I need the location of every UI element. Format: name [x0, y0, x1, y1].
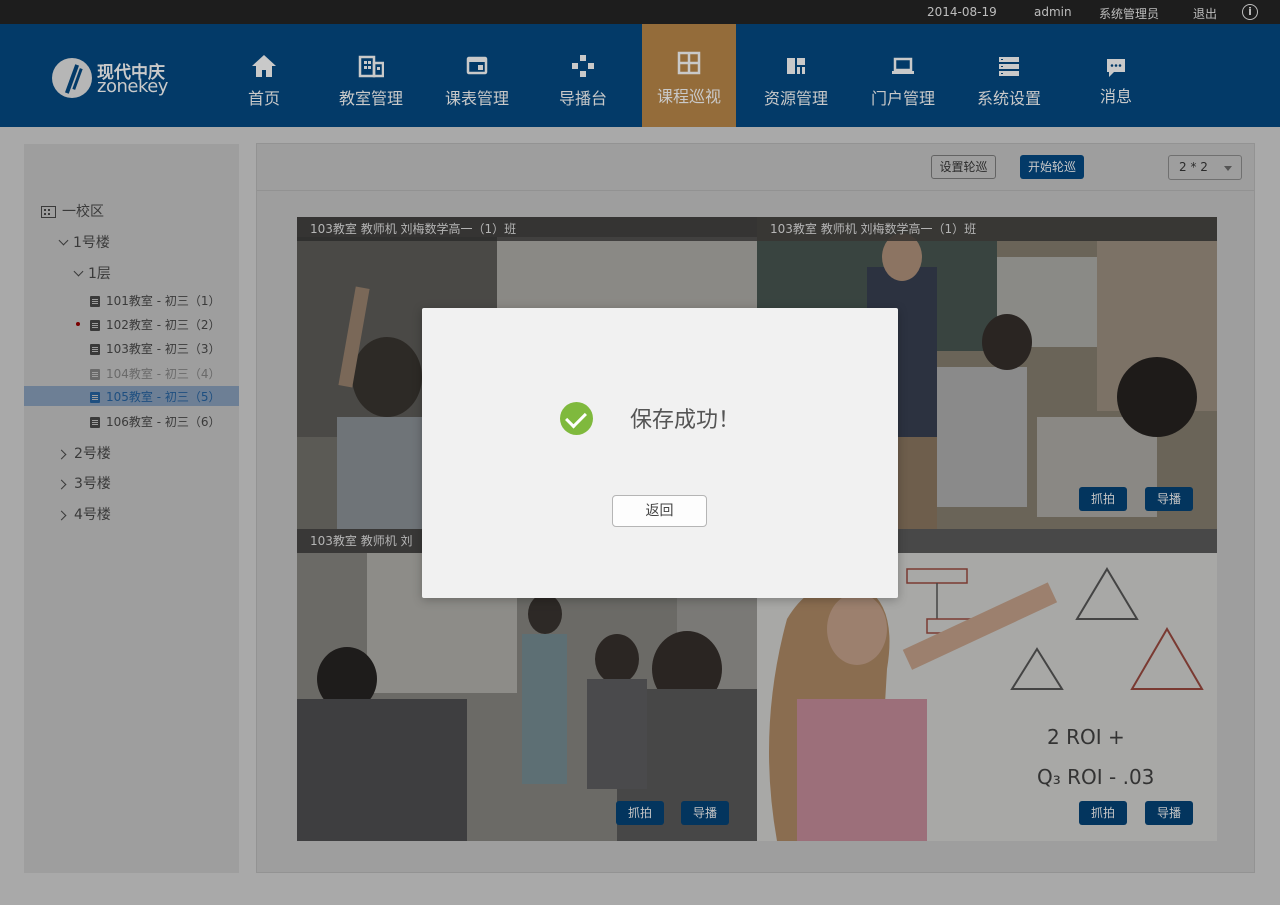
main-navigation: 现代中庆 zonekey 首页 教室管理 课表管理 导播台 课程巡视 资源管理 … [0, 24, 1280, 127]
alert-dot-icon [76, 322, 80, 326]
document-icon [90, 369, 100, 380]
nav-item-messages[interactable]: 消息 [1074, 24, 1158, 127]
gamepad-icon [572, 55, 594, 77]
chevron-right-icon[interactable] [56, 510, 67, 520]
building-icon [41, 206, 56, 218]
capture-button[interactable]: 抓拍 [616, 801, 664, 825]
tree-label-room: 105教室 - 初三（5） [106, 390, 221, 404]
direct-button[interactable]: 导播 [1145, 801, 1193, 825]
tree-node-floor-1[interactable]: 1层 [73, 263, 111, 283]
nav-label-classroom: 教室管理 [338, 89, 403, 108]
nav-item-patrol[interactable]: 课程巡视 [642, 24, 736, 127]
chevron-right-icon[interactable] [56, 449, 67, 459]
document-icon [90, 417, 100, 428]
capture-button[interactable]: 抓拍 [1079, 487, 1127, 511]
classroom-tree-sidebar: 一校区 1号楼 1层 101教室 - 初三（1） 102教室 - 初三（2） 1… [24, 144, 239, 873]
date-text: 2014-08-19 [927, 5, 997, 19]
document-icon [90, 392, 100, 403]
start-patrol-button[interactable]: 开始轮巡 [1020, 155, 1084, 179]
nav-item-portal[interactable]: 门户管理 [855, 24, 951, 127]
nav-label-portal: 门户管理 [870, 89, 935, 108]
nav-label-schedule: 课表管理 [444, 89, 509, 108]
save-success-dialog: 保存成功！ 返回 [422, 308, 898, 598]
document-icon [90, 296, 100, 307]
tree-item-room-103[interactable]: 103教室 - 初三（3） [90, 340, 221, 357]
tree-item-room-106[interactable]: 106教室 - 初三（6） [90, 413, 221, 430]
layout-select[interactable]: 2 * 2 [1168, 155, 1242, 180]
document-icon [90, 344, 100, 355]
tree-label-room: 101教室 - 初三（1） [106, 294, 221, 308]
tree-item-room-102[interactable]: 102教室 - 初三（2） [90, 316, 221, 333]
nav-label-director: 导播台 [558, 89, 607, 108]
chevron-down-icon [1224, 166, 1232, 171]
direct-button[interactable]: 导播 [681, 801, 729, 825]
chevron-right-icon[interactable] [56, 479, 67, 489]
username[interactable]: admin [1034, 5, 1072, 19]
nav-item-resources[interactable]: 资源管理 [748, 24, 844, 127]
nav-item-home[interactable]: 首页 [222, 24, 306, 127]
tree-node-building-2[interactable]: 2号楼 [56, 443, 111, 463]
role-text: 系统管理员 [1099, 7, 1160, 21]
zonekey-logo[interactable]: 现代中庆 zonekey [52, 56, 182, 100]
laptop-icon [892, 57, 914, 74]
tree-item-room-105[interactable]: 105教室 - 初三（5） [90, 388, 221, 405]
grid-icon [677, 51, 701, 75]
capture-button[interactable]: 抓拍 [1079, 801, 1127, 825]
back-button[interactable]: 返回 [612, 495, 707, 527]
logo-mark-icon [52, 58, 92, 98]
tree-label-room: 104教室 - 初三（4） [106, 367, 221, 381]
svg-text:2 ROI +: 2 ROI + [1047, 725, 1125, 749]
nav-item-classroom[interactable]: 教室管理 [323, 24, 419, 127]
tree-node-building-4[interactable]: 4号楼 [56, 504, 111, 524]
chevron-down-icon[interactable] [73, 266, 84, 277]
tree-label-building: 3号楼 [74, 476, 111, 492]
nav-label-home: 首页 [247, 89, 280, 108]
tree-label-floor-1: 1层 [88, 266, 111, 282]
message-icon [1107, 59, 1125, 77]
top-status-bar: 2014-08-19 admin 系统管理员 退出 i [0, 0, 1280, 24]
video-caption: 103教室 教师机 刘梅数学高一（1）班 [757, 217, 1217, 241]
tree-node-campus[interactable]: 一校区 [41, 201, 104, 221]
document-icon [90, 320, 100, 331]
tree-label-room: 102教室 - 初三（2） [106, 318, 221, 332]
direct-button[interactable]: 导播 [1145, 487, 1193, 511]
video-caption: 103教室 教师机 刘梅数学高一（1）班 [297, 217, 757, 241]
svg-text:Q₃ ROI - .03: Q₃ ROI - .03 [1037, 765, 1154, 789]
nav-label-messages: 消息 [1099, 87, 1132, 106]
tree-label-building: 4号楼 [74, 507, 111, 523]
tree-label-building: 2号楼 [74, 446, 111, 462]
tree-label-campus: 一校区 [62, 204, 104, 220]
nav-label-patrol: 课程巡视 [656, 87, 721, 106]
set-patrol-button[interactable]: 设置轮巡 [931, 155, 996, 179]
home-icon [252, 55, 276, 77]
tree-label-room: 106教室 - 初三（6） [106, 415, 221, 429]
logo-en-text: zonekey [97, 76, 168, 97]
logout-link[interactable]: 退出 [1193, 5, 1217, 22]
tree-label-building-1: 1号楼 [73, 235, 110, 251]
schedule-icon [466, 56, 488, 75]
nav-label-settings: 系统设置 [976, 89, 1041, 108]
success-check-icon [560, 402, 593, 435]
building-icon [358, 55, 384, 78]
nav-item-schedule[interactable]: 课表管理 [429, 24, 525, 127]
tree-item-room-104[interactable]: 104教室 - 初三（4） [90, 365, 221, 382]
nav-item-settings[interactable]: 系统设置 [961, 24, 1057, 127]
nav-label-resources: 资源管理 [763, 89, 828, 108]
chevron-down-icon[interactable] [58, 235, 69, 246]
tree-node-building-3[interactable]: 3号楼 [56, 473, 111, 493]
tree-node-building-1[interactable]: 1号楼 [58, 232, 110, 252]
dialog-message: 保存成功！ [630, 408, 741, 433]
layout-select-value: 2 * 2 [1179, 160, 1208, 174]
layout-icon [787, 58, 805, 74]
toolbar-divider [257, 190, 1254, 191]
info-icon[interactable]: i [1242, 4, 1258, 20]
nav-item-director[interactable]: 导播台 [535, 24, 631, 127]
tree-item-room-101[interactable]: 101教室 - 初三（1） [90, 292, 221, 309]
tree-label-room: 103教室 - 初三（3） [106, 342, 221, 356]
server-icon [999, 57, 1019, 76]
